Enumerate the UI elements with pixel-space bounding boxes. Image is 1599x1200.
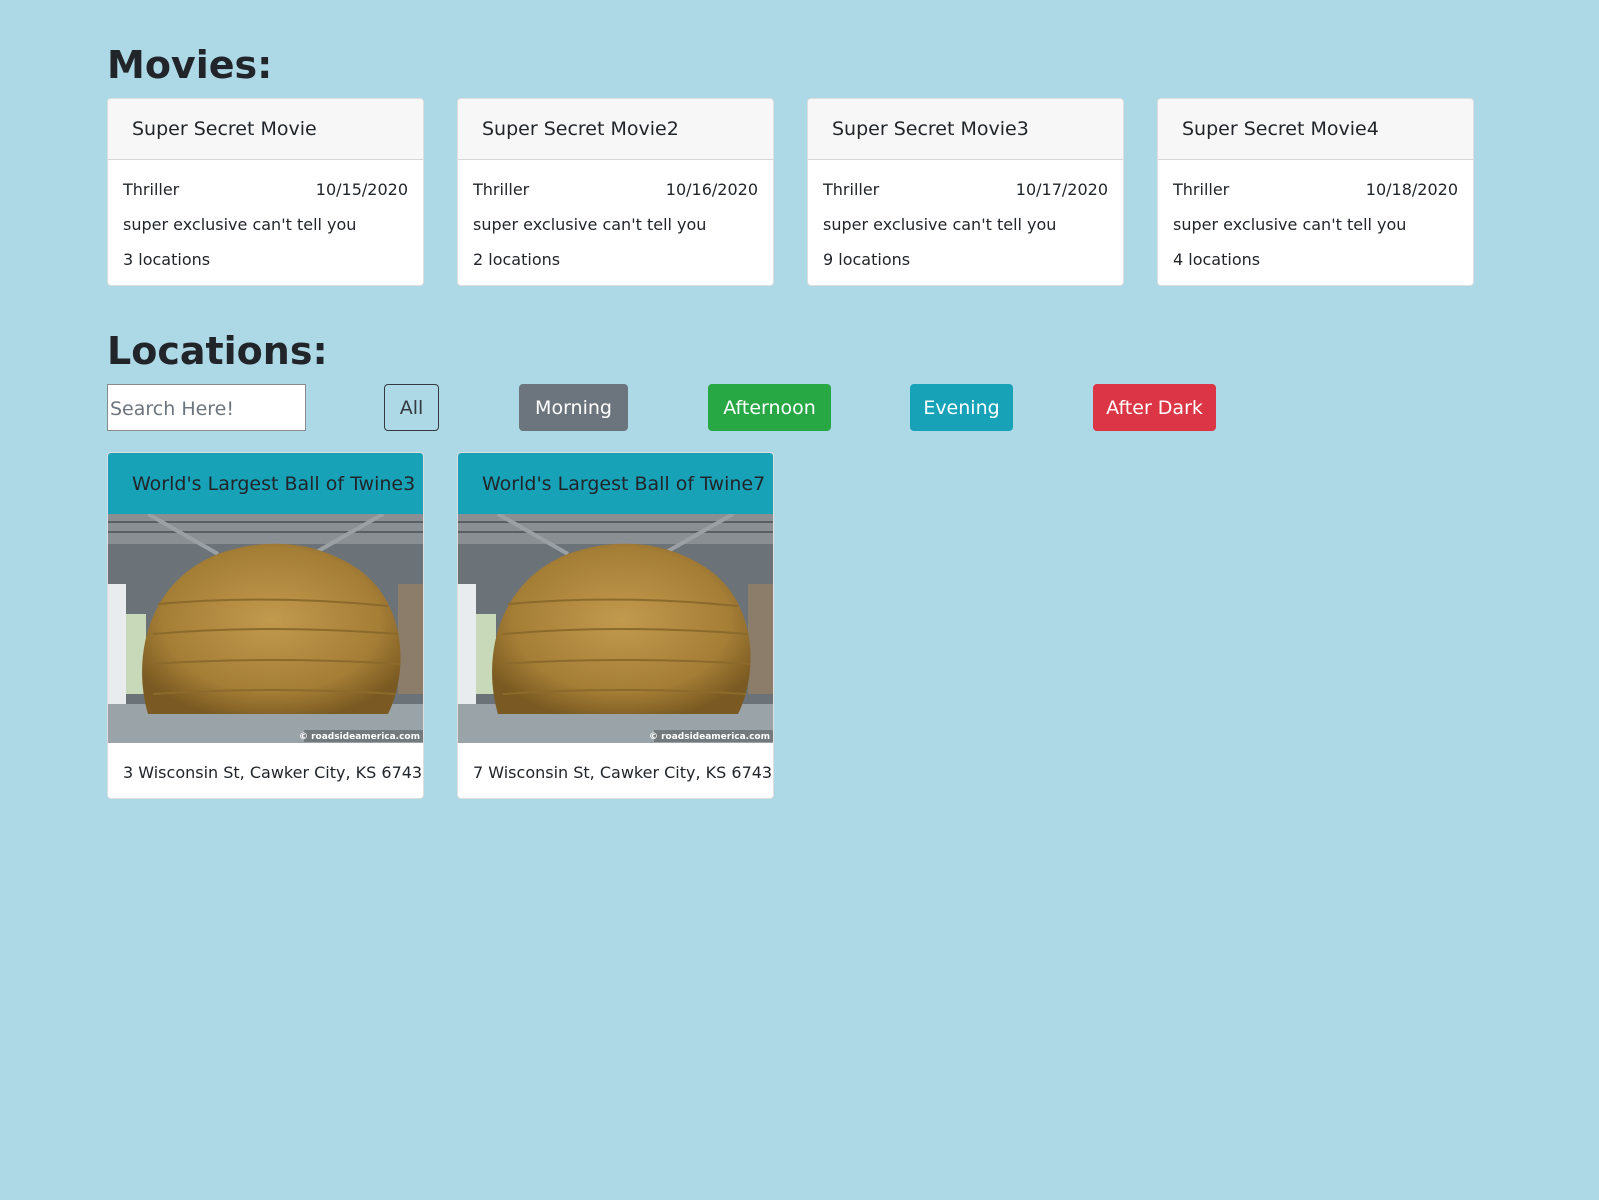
movie-locations-count: 9 locations [823,250,911,269]
locations-list: World's Largest Ball of Twine3 © roadsid… [107,452,1494,799]
location-title: World's Largest Ball of Twine3 [108,453,423,514]
movie-card-body: Thriller 10/15/2020 super exclusive can'… [108,160,423,285]
movie-description: super exclusive can't tell you [123,215,357,234]
location-card-body: 3 Wisconsin St, Cawker City, KS 67430 [108,743,423,782]
movie-genre: Thriller [473,180,530,199]
movie-card[interactable]: Super Secret Movie4 Thriller 10/18/2020 … [1157,98,1474,286]
movie-meta-row: Thriller 10/16/2020 [473,180,758,215]
movie-card-body: Thriller 10/16/2020 super exclusive can'… [458,160,773,285]
movie-genre: Thriller [823,180,880,199]
location-card-body: 7 Wisconsin St, Cawker City, KS 67430 [458,743,773,782]
locations-filter-bar: All Morning Afternoon Evening After Dark [107,384,1494,431]
location-address: 7 Wisconsin St, Cawker City, KS 67430 [473,763,774,782]
movie-card[interactable]: Super Secret Movie2 Thriller 10/16/2020 … [457,98,774,286]
movies-list: Super Secret Movie Thriller 10/15/2020 s… [107,98,1494,286]
location-title: World's Largest Ball of Twine7 [458,453,773,514]
movie-date: 10/16/2020 [665,180,758,199]
movie-meta-row: Thriller 10/15/2020 [123,180,408,215]
movie-card[interactable]: Super Secret Movie3 Thriller 10/17/2020 … [807,98,1124,286]
movie-genre: Thriller [123,180,180,199]
movie-title: Super Secret Movie [108,99,423,160]
movie-locations-count: 3 locations [123,250,211,269]
movie-description: super exclusive can't tell you [1173,215,1407,234]
filter-afternoon-button[interactable]: Afternoon [708,384,831,431]
movie-title: Super Secret Movie2 [458,99,773,160]
movie-locations-count: 2 locations [473,250,561,269]
movie-date: 10/15/2020 [315,180,408,199]
movie-card[interactable]: Super Secret Movie Thriller 10/15/2020 s… [107,98,424,286]
location-card[interactable]: World's Largest Ball of Twine3 © roadsid… [107,452,424,799]
movie-description: super exclusive can't tell you [473,215,707,234]
twine-ball-image: © roadsideamerica.com [108,514,423,743]
movie-title: Super Secret Movie3 [808,99,1123,160]
movie-description: super exclusive can't tell you [823,215,1057,234]
movie-title: Super Secret Movie4 [1158,99,1473,160]
search-input[interactable] [107,384,306,431]
movie-genre: Thriller [1173,180,1230,199]
filter-evening-button[interactable]: Evening [910,384,1013,431]
filter-all-button[interactable]: All [384,384,439,431]
movie-date: 10/17/2020 [1015,180,1108,199]
movies-heading: Movies: [107,43,273,87]
movie-meta-row: Thriller 10/18/2020 [1173,180,1458,215]
movie-meta-row: Thriller 10/17/2020 [823,180,1108,215]
movie-date: 10/18/2020 [1365,180,1458,199]
location-address: 3 Wisconsin St, Cawker City, KS 67430 [123,763,424,782]
filter-after-dark-button[interactable]: After Dark [1093,384,1216,431]
movie-card-body: Thriller 10/17/2020 super exclusive can'… [808,160,1123,285]
filter-morning-button[interactable]: Morning [519,384,628,431]
image-credit: © roadsideamerica.com [299,732,420,742]
image-credit: © roadsideamerica.com [649,732,770,742]
twine-ball-image: © roadsideamerica.com [458,514,773,743]
locations-heading: Locations: [107,329,328,373]
location-card[interactable]: World's Largest Ball of Twine7 © roadsid… [457,452,774,799]
movie-card-body: Thriller 10/18/2020 super exclusive can'… [1158,160,1473,285]
movie-locations-count: 4 locations [1173,250,1261,269]
